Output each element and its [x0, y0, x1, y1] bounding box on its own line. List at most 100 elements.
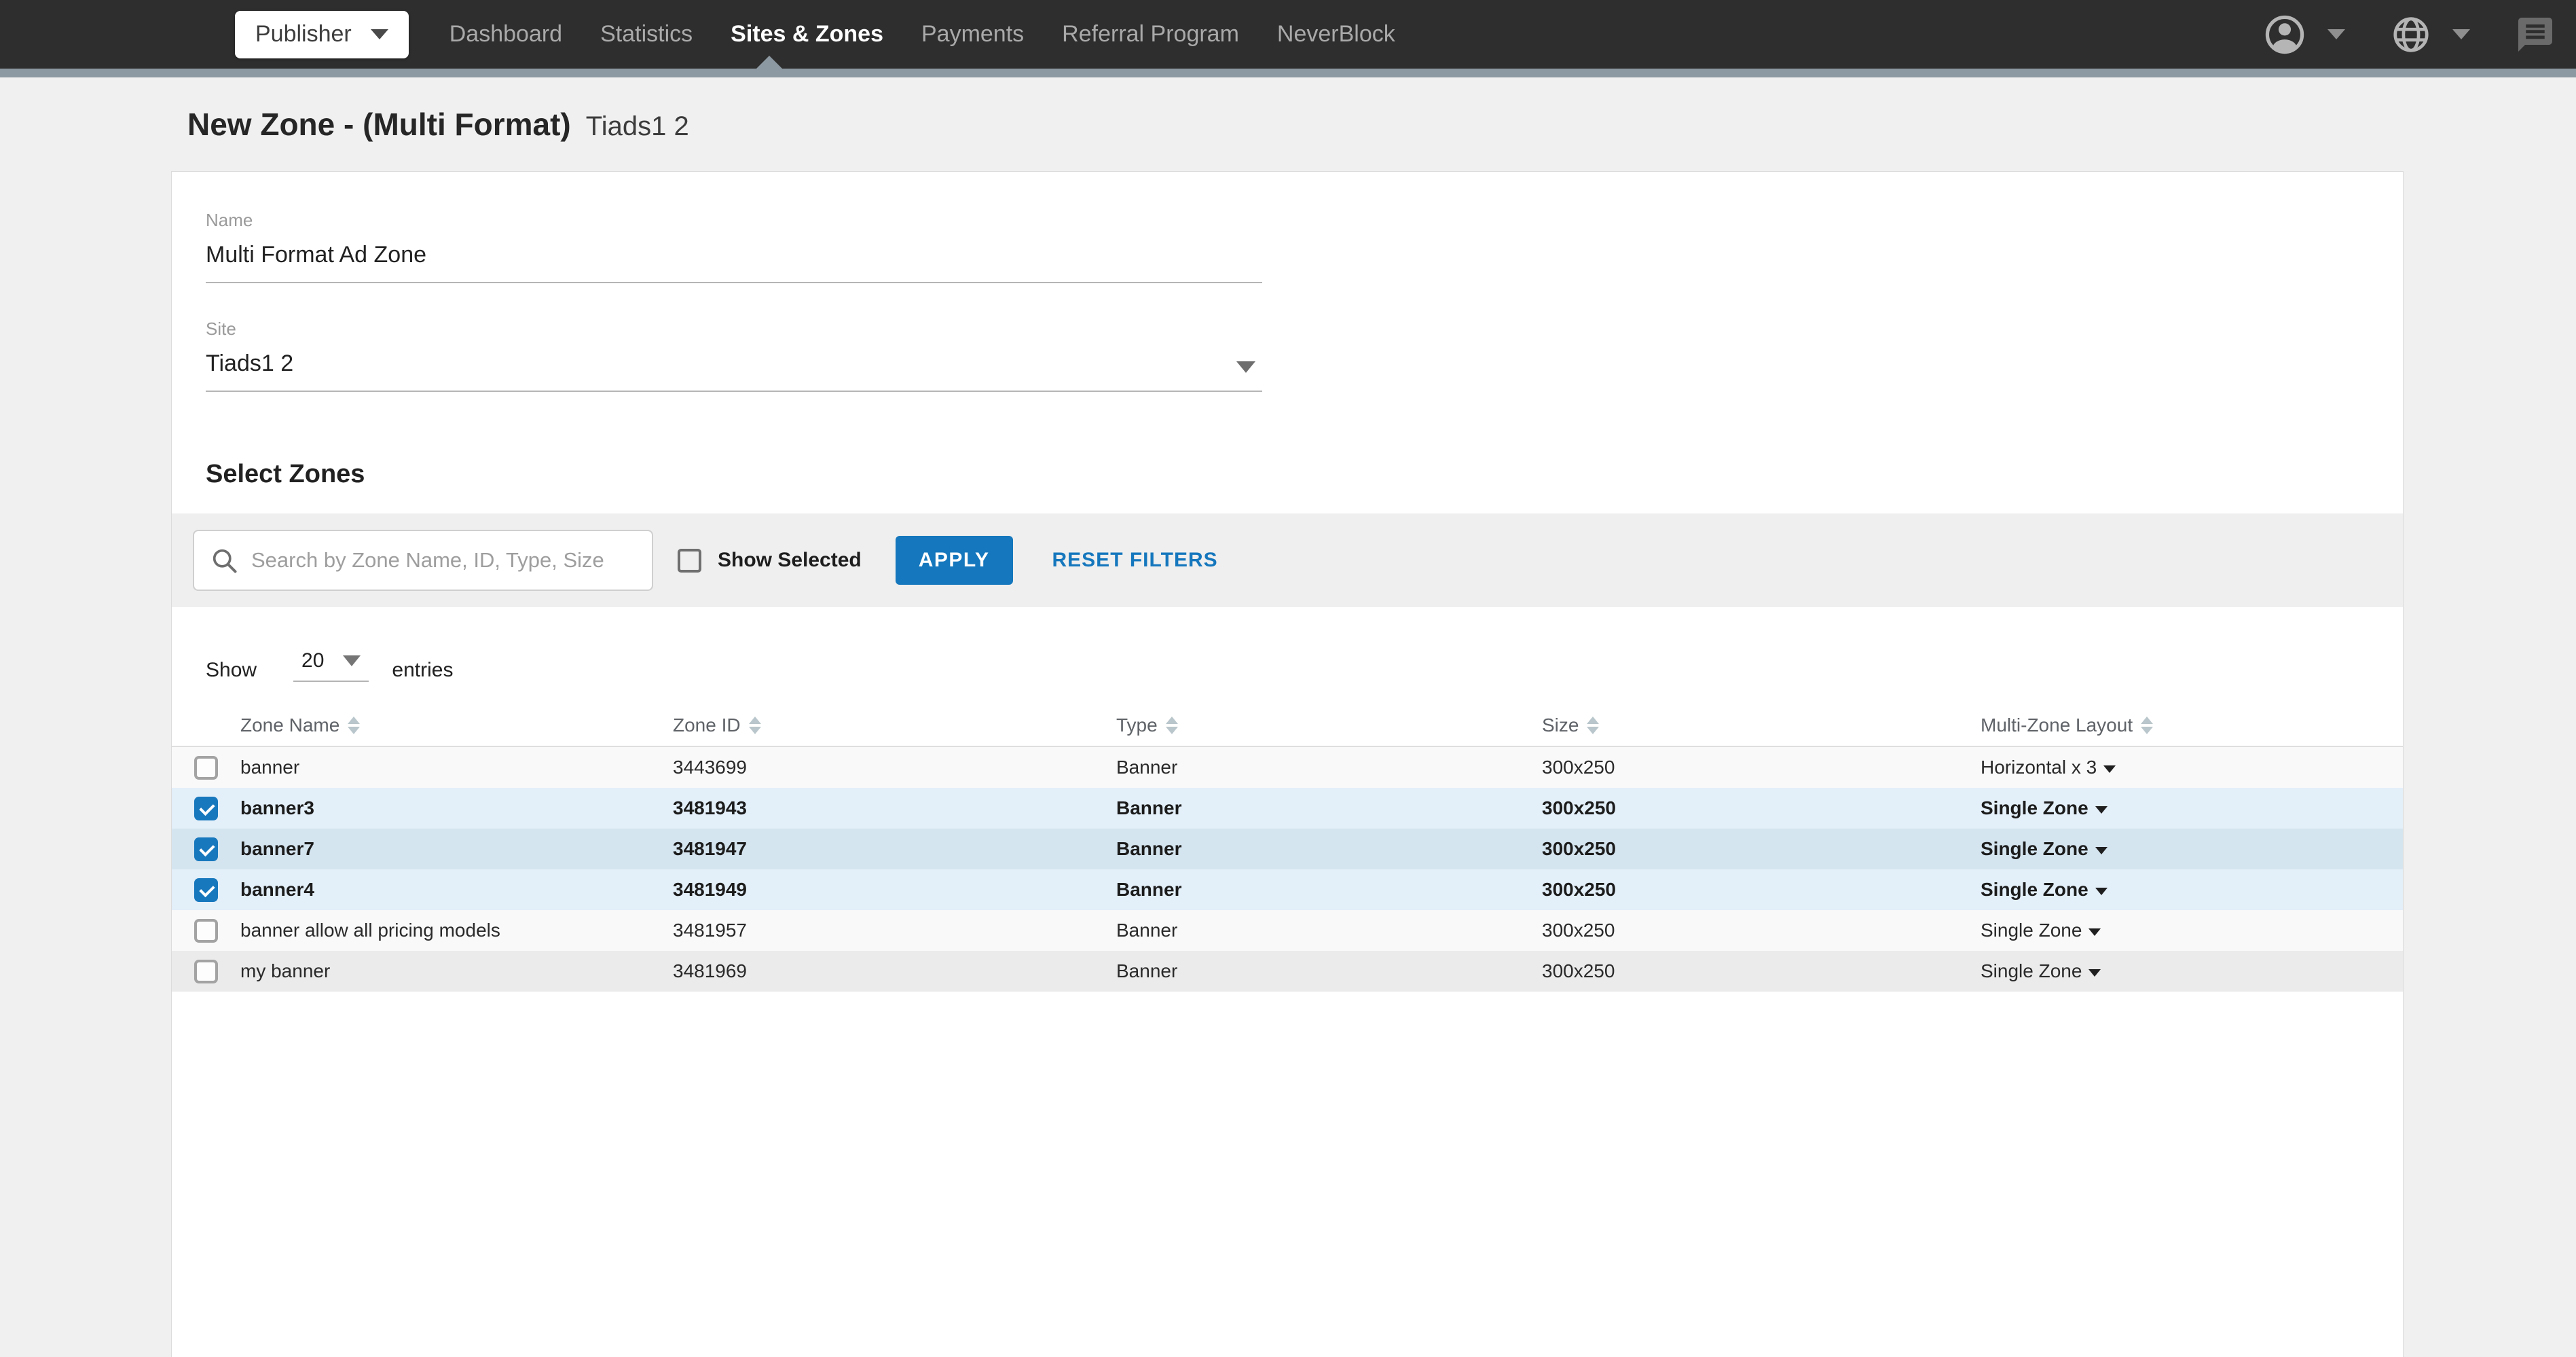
site-field[interactable]: Site Tiads1 2 — [206, 319, 1262, 392]
column-header[interactable]: Multi-Zone Layout — [1981, 714, 2403, 736]
row-checkbox[interactable] — [194, 919, 218, 943]
table-row[interactable]: banner3 3481943 Banner 300x250 Single Zo… — [172, 788, 2403, 829]
nav-strip — [0, 69, 2576, 77]
sort-icon — [2141, 717, 2153, 734]
table-body: banner 3443699 Banner 300x250 Horizontal… — [172, 747, 2403, 992]
cell-multi-zone-layout: Single Zone — [1981, 920, 2403, 941]
show-selected-toggle[interactable]: Show Selected — [678, 549, 862, 573]
column-header[interactable]: Zone ID — [673, 714, 1116, 736]
chevron-down-icon — [2327, 29, 2345, 39]
cell-type: Banner — [1116, 838, 1542, 860]
chat-button[interactable] — [2515, 14, 2556, 55]
cell-size: 300x250 — [1542, 838, 1981, 860]
row-checkbox[interactable] — [194, 797, 218, 820]
nav-item[interactable]: Payments — [921, 21, 1024, 48]
column-header[interactable]: Type — [1116, 714, 1542, 736]
publisher-label: Publisher — [255, 21, 352, 48]
cell-size: 300x250 — [1542, 757, 1981, 778]
sort-icon — [749, 717, 761, 734]
cell-multi-zone-layout: Single Zone — [1981, 960, 2403, 982]
layout-dropdown[interactable]: Single Zone — [1981, 838, 2089, 860]
cell-zone-id: 3481943 — [673, 797, 1116, 819]
account-menu-button[interactable] — [2262, 12, 2345, 57]
nav-item[interactable]: Referral Program — [1062, 21, 1239, 48]
column-header[interactable]: Zone Name — [240, 714, 673, 736]
cell-type: Banner — [1116, 920, 1542, 941]
main-nav: Dashboard Statistics Sites & Zones Payments… — [449, 21, 1395, 48]
cell-zone-id: 3481947 — [673, 838, 1116, 860]
chevron-down-icon — [2089, 928, 2101, 936]
cell-type: Banner — [1116, 757, 1542, 778]
nav-item[interactable]: Statistics — [600, 21, 693, 48]
cell-size: 300x250 — [1542, 960, 1981, 982]
table-row[interactable]: banner 3443699 Banner 300x250 Horizontal… — [172, 747, 2403, 788]
zone-search[interactable] — [193, 530, 653, 591]
chevron-down-icon — [2095, 847, 2108, 854]
site-label: Site — [206, 319, 1262, 340]
cell-zone-name: banner allow all pricing models — [240, 920, 673, 941]
show-selected-label: Show Selected — [718, 549, 862, 572]
search-icon — [209, 545, 239, 575]
name-label: Name — [206, 210, 1262, 231]
screen: Publisher Dashboard Statistics Sites & Zon… — [0, 0, 2576, 1357]
column-header[interactable]: Size — [1542, 714, 1981, 736]
layout-dropdown[interactable]: Single Zone — [1981, 920, 2082, 941]
top-nav: Publisher Dashboard Statistics Sites & Zon… — [0, 0, 2576, 69]
page-title: New Zone - (Multi Format)Tiads1 2 — [187, 106, 2576, 143]
row-checkbox[interactable] — [194, 837, 218, 861]
active-tab-indicator — [756, 56, 782, 69]
table-row[interactable]: my banner 3481969 Banner 300x250 Single … — [172, 951, 2403, 992]
name-input[interactable] — [206, 242, 1262, 268]
table-row[interactable]: banner7 3481947 Banner 300x250 Single Zo… — [172, 829, 2403, 869]
chevron-down-icon — [2095, 888, 2108, 895]
entries-count: 20 — [301, 649, 324, 672]
row-checkbox[interactable] — [194, 756, 218, 780]
chevron-down-icon — [2089, 969, 2101, 977]
cell-zone-id: 3481969 — [673, 960, 1116, 982]
site-select-value: Tiads1 2 — [206, 350, 1262, 377]
cell-zone-id: 3443699 — [673, 757, 1116, 778]
chevron-down-icon — [343, 655, 361, 666]
cell-multi-zone-layout: Single Zone — [1981, 879, 2403, 901]
chevron-down-icon — [1236, 361, 1255, 373]
nav-item[interactable]: Sites & Zones — [731, 21, 883, 48]
cell-zone-name: banner7 — [240, 838, 673, 860]
new-zone-card: Name Site Tiads1 2 Select Zones — [171, 171, 2404, 1357]
row-checkbox[interactable] — [194, 960, 218, 983]
nav-item[interactable]: Dashboard — [449, 21, 562, 48]
cell-type: Banner — [1116, 960, 1542, 982]
sort-icon — [1166, 717, 1178, 734]
table-row[interactable]: banner4 3481949 Banner 300x250 Single Zo… — [172, 869, 2403, 910]
language-menu-button[interactable] — [2390, 14, 2470, 56]
reset-filters-button[interactable]: RESET FILTERS — [1052, 549, 1218, 572]
nav-item[interactable]: NeverBlock — [1277, 21, 1395, 48]
layout-dropdown[interactable]: Single Zone — [1981, 879, 2089, 901]
table-row[interactable]: banner allow all pricing models 3481957 … — [172, 910, 2403, 951]
chat-icon — [2515, 14, 2556, 55]
layout-dropdown[interactable]: Single Zone — [1981, 797, 2089, 819]
zone-search-input[interactable] — [251, 548, 637, 573]
row-checkbox[interactable] — [194, 878, 218, 902]
filter-bar: Show Selected APPLY RESET FILTERS — [172, 513, 2403, 607]
globe-icon — [2390, 14, 2432, 56]
account-icon — [2262, 12, 2307, 57]
cell-size: 300x250 — [1542, 920, 1981, 941]
chevron-down-icon — [2095, 806, 2108, 814]
chevron-down-icon — [2103, 765, 2116, 773]
zones-table: Zone Name Zone ID Type Size Multi-Zone L… — [172, 705, 2403, 992]
chevron-down-icon — [371, 29, 388, 39]
name-field: Name — [206, 210, 1262, 283]
entries-per-page-select[interactable]: 20 — [293, 649, 369, 682]
cell-multi-zone-layout: Single Zone — [1981, 797, 2403, 819]
layout-dropdown[interactable]: Horizontal x 3 — [1981, 757, 2097, 778]
apply-button[interactable]: APPLY — [896, 536, 1013, 585]
publisher-menu-button[interactable]: Publisher — [235, 11, 409, 58]
page-title-text: New Zone - (Multi Format) — [187, 107, 571, 142]
layout-dropdown[interactable]: Single Zone — [1981, 960, 2082, 982]
cell-multi-zone-layout: Horizontal x 3 — [1981, 757, 2403, 778]
cell-zone-name: banner — [240, 757, 673, 778]
entries-label: entries — [392, 659, 453, 682]
cell-zone-id: 3481949 — [673, 879, 1116, 901]
cell-zone-name: my banner — [240, 960, 673, 982]
show-selected-checkbox[interactable] — [678, 549, 701, 573]
